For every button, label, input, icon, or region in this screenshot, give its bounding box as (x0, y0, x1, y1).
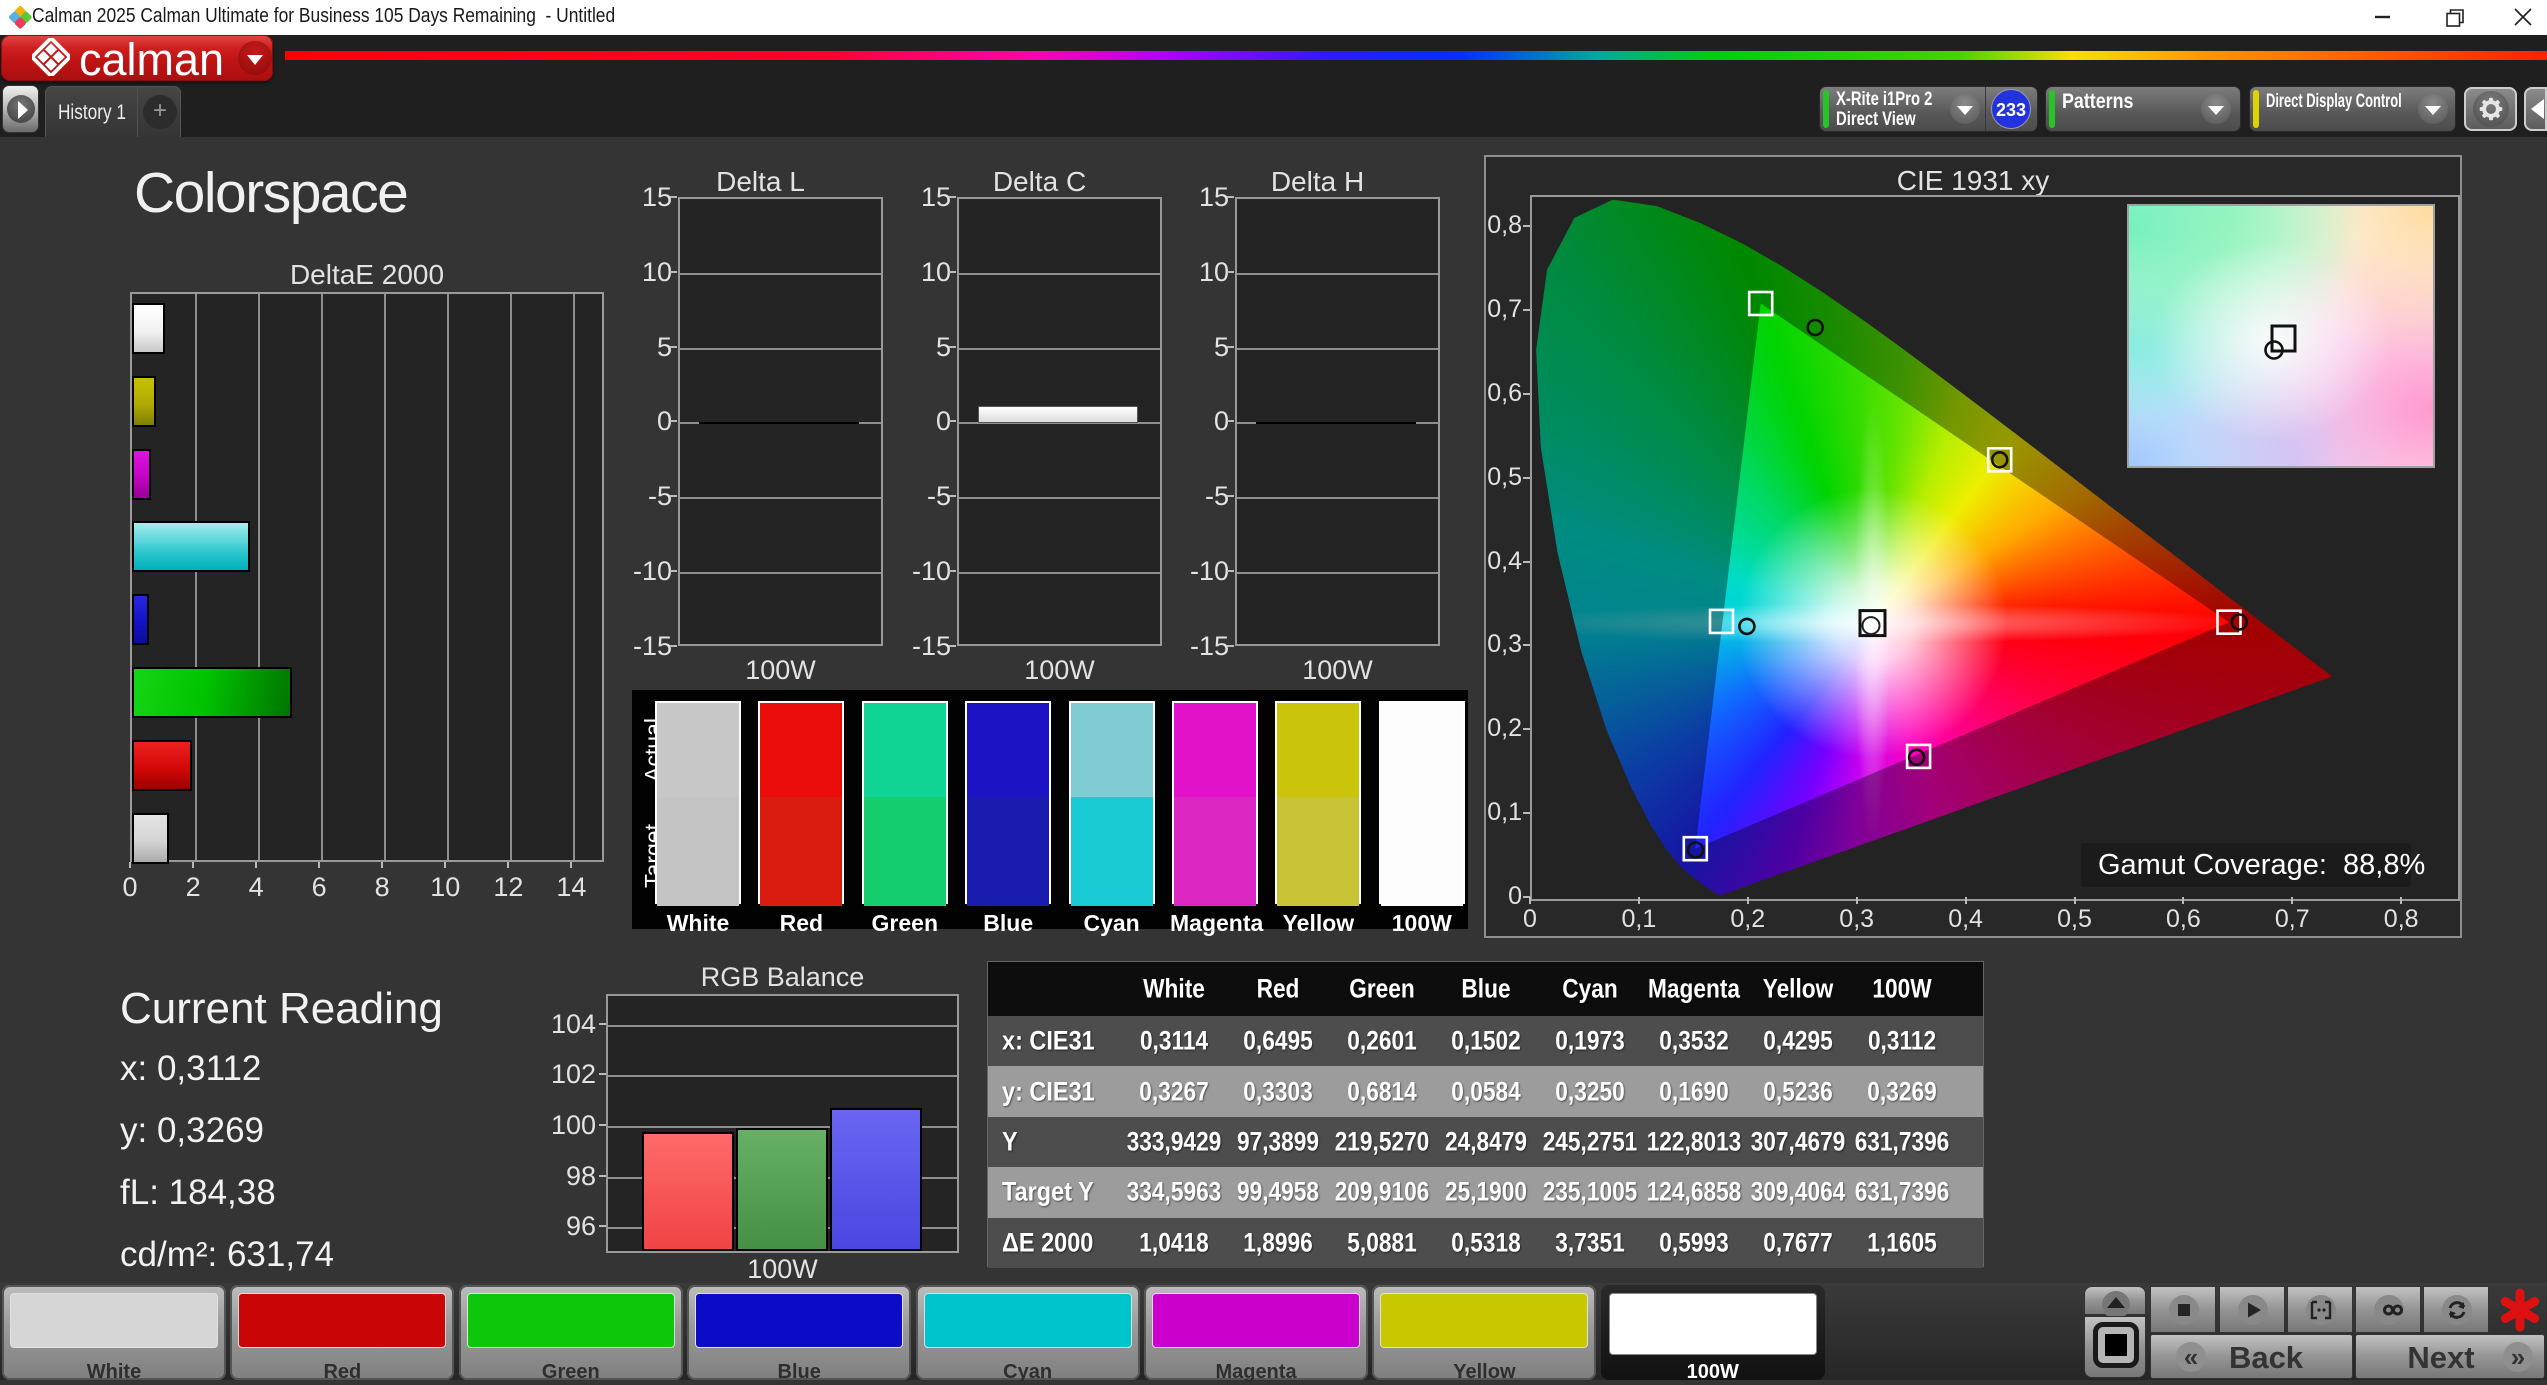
svg-text:»: » (2511, 1342, 2525, 1372)
svg-text:Back: Back (2229, 1340, 2304, 1375)
svg-text:Next: Next (2407, 1340, 2474, 1375)
svg-text:«: « (2184, 1342, 2198, 1372)
